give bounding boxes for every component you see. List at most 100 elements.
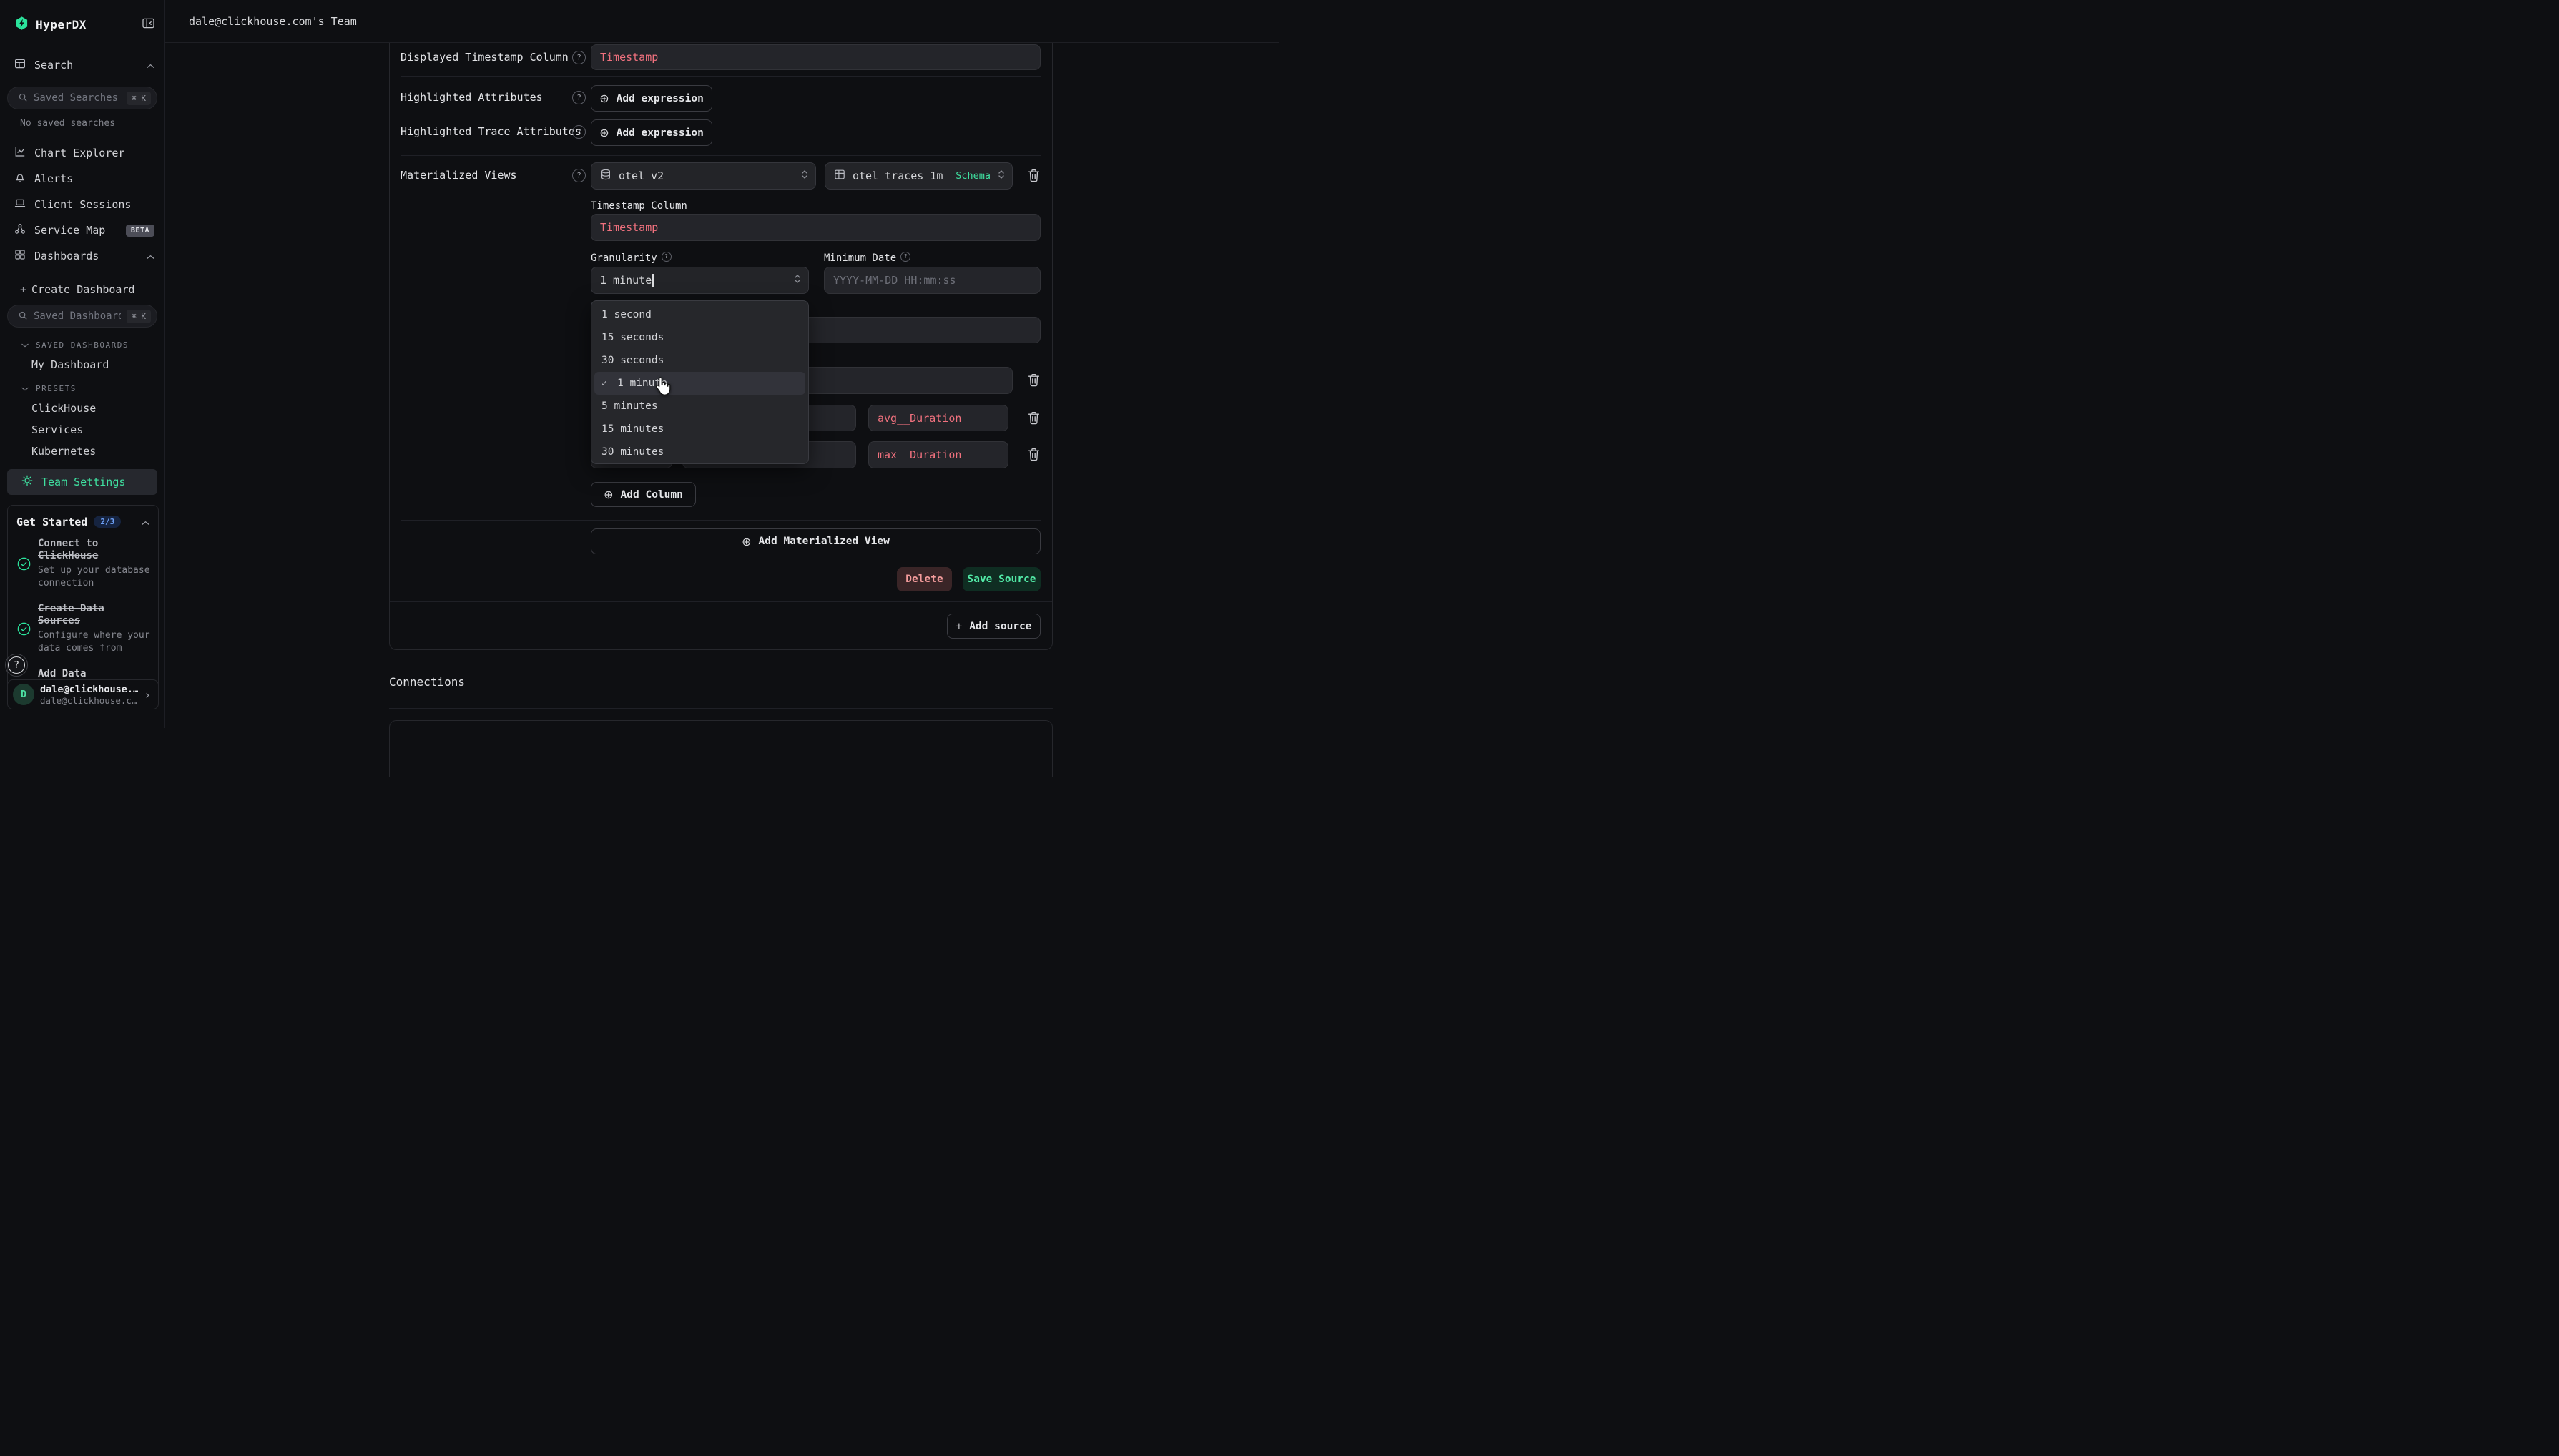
delete-column-button[interactable] (1028, 373, 1040, 390)
updown-chevrons-icon (998, 169, 1005, 183)
dashboards-icon (14, 249, 26, 263)
user-email: dale@clickhouse.c… (40, 695, 138, 706)
divider (401, 520, 1041, 521)
displayed-timestamp-input[interactable] (591, 44, 1041, 70)
granularity-dropdown: 1 second 15 seconds 30 seconds ✓ 1 minut… (591, 300, 809, 464)
sidebar-item-chart-explorer[interactable]: Chart Explorer (0, 140, 164, 166)
add-trace-expression-button[interactable]: ⊕ Add expression (591, 119, 712, 146)
sidebar-item-my-dashboard[interactable]: My Dashboard (31, 358, 164, 371)
sidebar-item-services[interactable]: Services (31, 423, 164, 436)
dropdown-option[interactable]: 15 seconds (594, 326, 805, 349)
sidebar-item-dashboards[interactable]: Dashboards (0, 243, 164, 269)
plus-icon: + (20, 283, 26, 296)
avatar: D (13, 684, 34, 705)
help-icon[interactable]: ? (572, 125, 586, 139)
bell-icon (14, 172, 26, 186)
sidebar-item-clickhouse[interactable]: ClickHouse (31, 402, 164, 415)
text-caret (652, 274, 654, 287)
chevron-up-icon[interactable] (142, 515, 149, 528)
search-section-icon (14, 58, 26, 72)
check-circle-icon (16, 622, 31, 636)
dropdown-option[interactable]: 15 minutes (594, 418, 805, 441)
no-saved-searches-text: No saved searches (20, 118, 164, 129)
user-name: dale@clickhouse.… (40, 684, 138, 695)
hyperdx-logo-icon (14, 16, 29, 34)
schema-link[interactable]: Schema (956, 170, 991, 182)
help-icon[interactable]: ? (662, 252, 672, 262)
get-started-title: Get Started (16, 516, 87, 528)
step-title: Connect to ClickHouse (38, 538, 151, 562)
main-content: dale@clickhouse.com's Team Displayed Tim… (165, 0, 1280, 728)
plus-circle-icon: ⊕ (599, 92, 609, 105)
get-started-step-connect[interactable]: Connect to ClickHouse Set up your databa… (8, 531, 158, 596)
chevron-up-icon[interactable] (147, 59, 154, 72)
table-select-value: otel_traces_1m (853, 169, 948, 182)
progress-badge: 2/3 (94, 516, 121, 528)
delete-column-button[interactable] (1028, 448, 1040, 464)
step-title: Add Data (38, 668, 137, 680)
saved-dashboards-group[interactable]: SAVED DASHBOARDS (21, 340, 164, 350)
granularity-select[interactable]: 1 minute (591, 267, 809, 294)
create-dashboard-button[interactable]: + Create Dashboard (20, 283, 164, 296)
create-dashboard-label: Create Dashboard (31, 283, 135, 296)
chevron-up-icon[interactable] (147, 250, 154, 262)
sidebar-item-kubernetes[interactable]: Kubernetes (31, 445, 164, 458)
shortcut-badge: ⌘ K (127, 92, 151, 105)
sidebar-item-search[interactable]: Search (0, 52, 164, 78)
delete-column-button[interactable] (1028, 411, 1040, 428)
sidebar: HyperDX Search ⌘ K No saved searches (0, 0, 165, 728)
add-column-button[interactable]: ⊕ Add Column (591, 482, 696, 507)
dropdown-option[interactable]: 30 seconds (594, 349, 805, 372)
chevron-right-icon: › (144, 688, 151, 702)
gear-icon (21, 475, 33, 489)
app-root: HyperDX Search ⌘ K No saved searches (0, 0, 1280, 728)
check-circle-icon (16, 557, 31, 571)
plus-icon: + (956, 621, 962, 632)
collapse-sidebar-icon[interactable] (142, 18, 154, 31)
presets-group[interactable]: PRESETS (21, 384, 164, 393)
add-source-button[interactable]: + Add source (947, 614, 1041, 639)
sidebar-item-label: Service Map (34, 224, 117, 237)
dropdown-option[interactable]: 30 minutes (594, 441, 805, 463)
timestamp-column-input[interactable] (591, 214, 1041, 241)
add-expression-button[interactable]: ⊕ Add expression (591, 85, 712, 112)
sidebar-item-label: Chart Explorer (34, 147, 154, 159)
get-started-step-sources[interactable]: Create Data Sources Configure where your… (8, 596, 158, 661)
plus-circle-icon: ⊕ (742, 535, 751, 549)
sidebar-item-alerts[interactable]: Alerts (0, 166, 164, 192)
minimum-date-input[interactable] (824, 267, 1041, 294)
sidebar-item-label: Search (34, 59, 138, 72)
sidebar-item-client-sessions[interactable]: Client Sessions (0, 192, 164, 217)
save-source-button[interactable]: Save Source (963, 567, 1041, 591)
column-alias-input[interactable] (868, 405, 1008, 431)
plus-circle-icon: ⊕ (599, 126, 609, 139)
dropdown-option-selected[interactable]: ✓ 1 minute (594, 372, 805, 395)
user-menu[interactable]: D dale@clickhouse.… dale@clickhouse.c… › (7, 679, 159, 709)
displayed-timestamp-label: Displayed Timestamp Column (401, 51, 569, 64)
help-button[interactable]: ? (5, 654, 28, 677)
page-title: dale@clickhouse.com's Team (189, 15, 357, 28)
delete-source-button[interactable]: Delete (897, 567, 952, 591)
highlighted-trace-attributes-label: Highlighted Trace Attributes (401, 125, 581, 138)
column-alias-input[interactable] (868, 441, 1008, 468)
delete-view-button[interactable] (1028, 169, 1040, 185)
dropdown-option[interactable]: 1 second (594, 303, 805, 326)
saved-searches-input[interactable]: ⌘ K (7, 87, 157, 109)
divider (401, 155, 1041, 156)
mouse-cursor (655, 376, 671, 398)
connections-title: Connections (389, 675, 465, 689)
sidebar-item-team-settings[interactable]: Team Settings (7, 469, 157, 495)
minimum-date-label: Minimum Date? (824, 252, 910, 265)
shortcut-badge: ⌘ K (127, 310, 151, 323)
sidebar-item-service-map[interactable]: Service Map BETA (0, 217, 164, 243)
saved-dashboards-input[interactable]: ⌘ K (7, 305, 157, 328)
table-select[interactable]: otel_traces_1m Schema (825, 162, 1013, 190)
view-select[interactable]: otel_v2 (591, 162, 816, 190)
materialized-views-label: Materialized Views (401, 169, 517, 182)
help-icon[interactable]: ? (572, 51, 586, 64)
add-materialized-view-button[interactable]: ⊕ Add Materialized View (591, 528, 1041, 554)
help-icon[interactable]: ? (900, 252, 910, 262)
help-icon[interactable]: ? (572, 91, 586, 104)
dropdown-option[interactable]: 5 minutes (594, 395, 805, 418)
help-icon[interactable]: ? (572, 169, 586, 182)
